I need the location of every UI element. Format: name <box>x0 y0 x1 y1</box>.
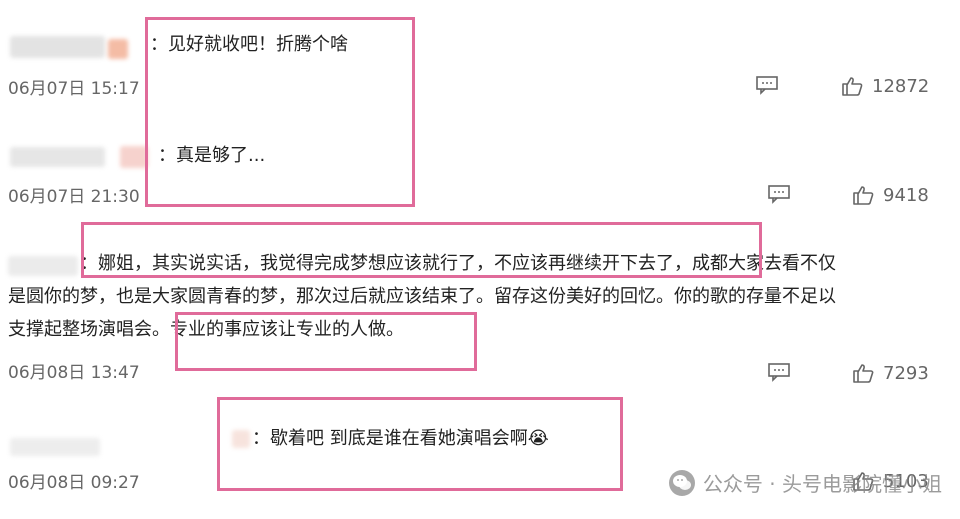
blurred-avatar-2 <box>120 146 148 168</box>
blurred-avatar-4 <box>232 430 250 448</box>
blurred-avatar-1 <box>108 39 128 59</box>
comment-1-reply[interactable] <box>755 75 779 95</box>
blurred-username-1 <box>10 36 105 58</box>
comment-3-reply[interactable] <box>767 362 791 382</box>
watermark: 公众号 · 头号电影院懂小姐 <box>668 468 942 497</box>
comment-3-like[interactable]: 7293 <box>851 362 929 384</box>
comment-4-time: 06月08日 09:27 <box>8 473 140 493</box>
comment-3-text: ：娜姐，其实说实话，我觉得完成梦想应该就行了，不应该再继续开下去了，成都大家去看… <box>8 247 960 346</box>
comment-3-line-3: 支撑起整场演唱会。专业的事应该让专业的人做。 <box>8 319 404 340</box>
comment-2-reply[interactable] <box>767 184 791 204</box>
blurred-username-4 <box>10 438 100 456</box>
comment-3-like-count: 7293 <box>883 362 929 384</box>
comment-1-like-count: 12872 <box>872 75 930 97</box>
comment-icon <box>768 363 790 382</box>
comment-2-text: ：真是够了... <box>158 145 266 166</box>
blurred-username-3 <box>8 256 78 276</box>
comment-3-line-2: 是圆你的梦，也是大家圆青春的梦，那次过后就应该结束了。留存这份美好的回忆。你的歌… <box>8 286 836 307</box>
thumbs-up-icon <box>842 77 863 96</box>
thumbs-up-icon <box>853 186 874 205</box>
thumbs-up-icon <box>853 364 874 383</box>
comment-1-text: ：见好就收吧！折腾个啥 <box>150 34 348 55</box>
comment-2-like[interactable]: 9418 <box>851 184 929 206</box>
comment-1-like[interactable]: 12872 <box>840 75 929 97</box>
comment-3-time: 06月08日 13:47 <box>8 363 140 383</box>
watermark-label: 公众号 · 头号电影院懂小姐 <box>702 472 942 496</box>
comment-icon <box>768 185 790 204</box>
comment-icon <box>756 76 778 95</box>
comment-3-line-1: ：娜姐，其实说实话，我觉得完成梦想应该就行了，不应该再继续开下去了，成都大家去看… <box>80 253 836 274</box>
comment-2-time: 06月07日 21:30 <box>8 187 140 207</box>
blurred-username-2 <box>10 147 105 167</box>
wechat-logo-icon <box>668 469 695 496</box>
comments-screenshot: { "comments": [ { "text_lines": ["：见好就收吧… <box>0 0 960 519</box>
comment-1-time: 06月07日 15:17 <box>8 79 140 99</box>
comment-2-like-count: 9418 <box>883 184 929 206</box>
comment-4-text: ：歇着吧 到底是谁在看她演唱会啊😭 <box>252 428 549 449</box>
